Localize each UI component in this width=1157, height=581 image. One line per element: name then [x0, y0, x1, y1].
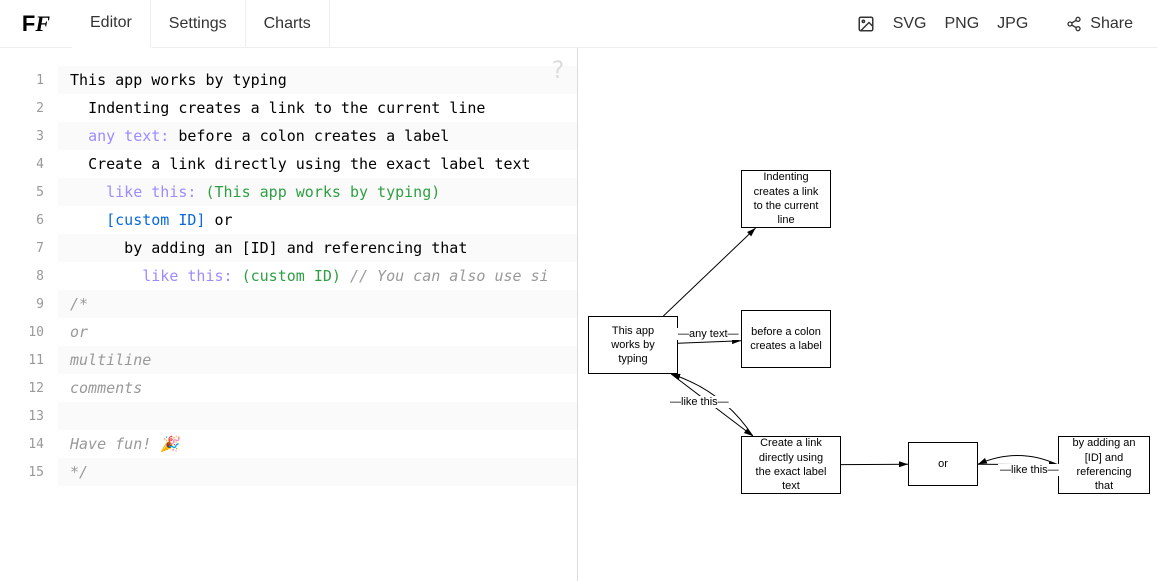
diagram-edges: [578, 48, 1157, 581]
line-number: 11: [0, 353, 58, 368]
logo[interactable]: FF: [0, 11, 72, 37]
line-content[interactable]: Have fun! 🎉: [58, 430, 577, 458]
edge-label: —any text—: [676, 328, 741, 340]
header-actions: SVG PNG JPG Share: [857, 15, 1157, 33]
line-number: 6: [0, 213, 58, 228]
editor-line[interactable]: 3 any text: before a colon creates a lab…: [0, 122, 577, 150]
editor-line[interactable]: 11multiline: [0, 346, 577, 374]
line-number: 12: [0, 381, 58, 396]
line-number: 8: [0, 269, 58, 284]
export-jpg-button[interactable]: JPG: [997, 15, 1028, 33]
diagram-node[interactable]: by adding an [ID] and referencing that: [1058, 436, 1150, 494]
line-content[interactable]: comments: [58, 374, 577, 402]
line-number: 9: [0, 297, 58, 312]
edge-label: —like this—: [998, 464, 1061, 476]
line-number: 10: [0, 325, 58, 340]
logo-letter-b: F: [35, 11, 50, 37]
code-editor[interactable]: ? 1This app works by typing2 Indenting c…: [0, 48, 578, 581]
editor-line[interactable]: 13: [0, 402, 577, 430]
editor-line[interactable]: 4 Create a link directly using the exact…: [0, 150, 577, 178]
main-area: ? 1This app works by typing2 Indenting c…: [0, 48, 1157, 581]
editor-line[interactable]: 7 by adding an [ID] and referencing that: [0, 234, 577, 262]
editor-line[interactable]: 6 [custom ID] or: [0, 206, 577, 234]
diagram-node[interactable]: or: [908, 442, 978, 486]
image-icon[interactable]: [857, 15, 875, 33]
line-number: 4: [0, 157, 58, 172]
line-number: 2: [0, 101, 58, 116]
diagram-node[interactable]: Create a link directly using the exact l…: [741, 436, 841, 494]
line-content[interactable]: [58, 402, 577, 430]
line-content[interactable]: any text: before a colon creates a label: [58, 122, 577, 150]
diagram-node[interactable]: This app works by typing: [588, 316, 678, 374]
tab-settings[interactable]: Settings: [151, 0, 246, 48]
line-content[interactable]: multiline: [58, 346, 577, 374]
share-label: Share: [1090, 15, 1133, 33]
edge-label: —like this—: [668, 396, 731, 408]
line-number: 3: [0, 129, 58, 144]
tab-editor[interactable]: Editor: [72, 0, 151, 48]
line-content[interactable]: by adding an [ID] and referencing that: [58, 234, 577, 262]
line-number: 7: [0, 241, 58, 256]
line-content[interactable]: /*: [58, 290, 577, 318]
editor-line[interactable]: 10or: [0, 318, 577, 346]
line-number: 15: [0, 465, 58, 480]
editor-line[interactable]: 2 Indenting creates a link to the curren…: [0, 94, 577, 122]
diagram-node[interactable]: Indenting creates a link to the current …: [741, 170, 831, 228]
editor-line[interactable]: 12comments: [0, 374, 577, 402]
line-number: 14: [0, 437, 58, 452]
editor-line[interactable]: 8 like this: (custom ID) // You can also…: [0, 262, 577, 290]
line-number: 5: [0, 185, 58, 200]
export-svg-button[interactable]: SVG: [893, 15, 927, 33]
editor-lines: 1This app works by typing2 Indenting cre…: [0, 48, 577, 486]
diagram-canvas[interactable]: This app works by typing Indenting create…: [578, 48, 1157, 581]
editor-line[interactable]: 15*/: [0, 458, 577, 486]
line-content[interactable]: like this: (This app works by typing): [58, 178, 577, 206]
main-tabs: Editor Settings Charts: [72, 0, 330, 48]
share-button[interactable]: Share: [1066, 15, 1133, 33]
editor-line[interactable]: 1This app works by typing: [0, 66, 577, 94]
line-content[interactable]: or: [58, 318, 577, 346]
editor-line[interactable]: 14Have fun! 🎉: [0, 430, 577, 458]
line-content[interactable]: This app works by typing: [58, 66, 577, 94]
tab-charts[interactable]: Charts: [246, 0, 330, 48]
app-header: FF Editor Settings Charts SVG PNG JPG Sh…: [0, 0, 1157, 48]
logo-letter-a: F: [22, 11, 35, 37]
line-content[interactable]: Create a link directly using the exact l…: [58, 150, 577, 178]
line-content[interactable]: Indenting creates a link to the current …: [58, 94, 577, 122]
export-png-button[interactable]: PNG: [945, 15, 980, 33]
line-number: 1: [0, 73, 58, 88]
editor-line[interactable]: 9/*: [0, 290, 577, 318]
editor-line[interactable]: 5 like this: (This app works by typing): [0, 178, 577, 206]
line-content[interactable]: [custom ID] or: [58, 206, 577, 234]
share-icon: [1066, 16, 1082, 32]
line-number: 13: [0, 409, 58, 424]
help-icon[interactable]: ?: [551, 56, 565, 84]
diagram-node[interactable]: before a colon creates a label: [741, 310, 831, 368]
line-content[interactable]: like this: (custom ID) // You can also u…: [58, 262, 577, 290]
line-content[interactable]: */: [58, 458, 577, 486]
